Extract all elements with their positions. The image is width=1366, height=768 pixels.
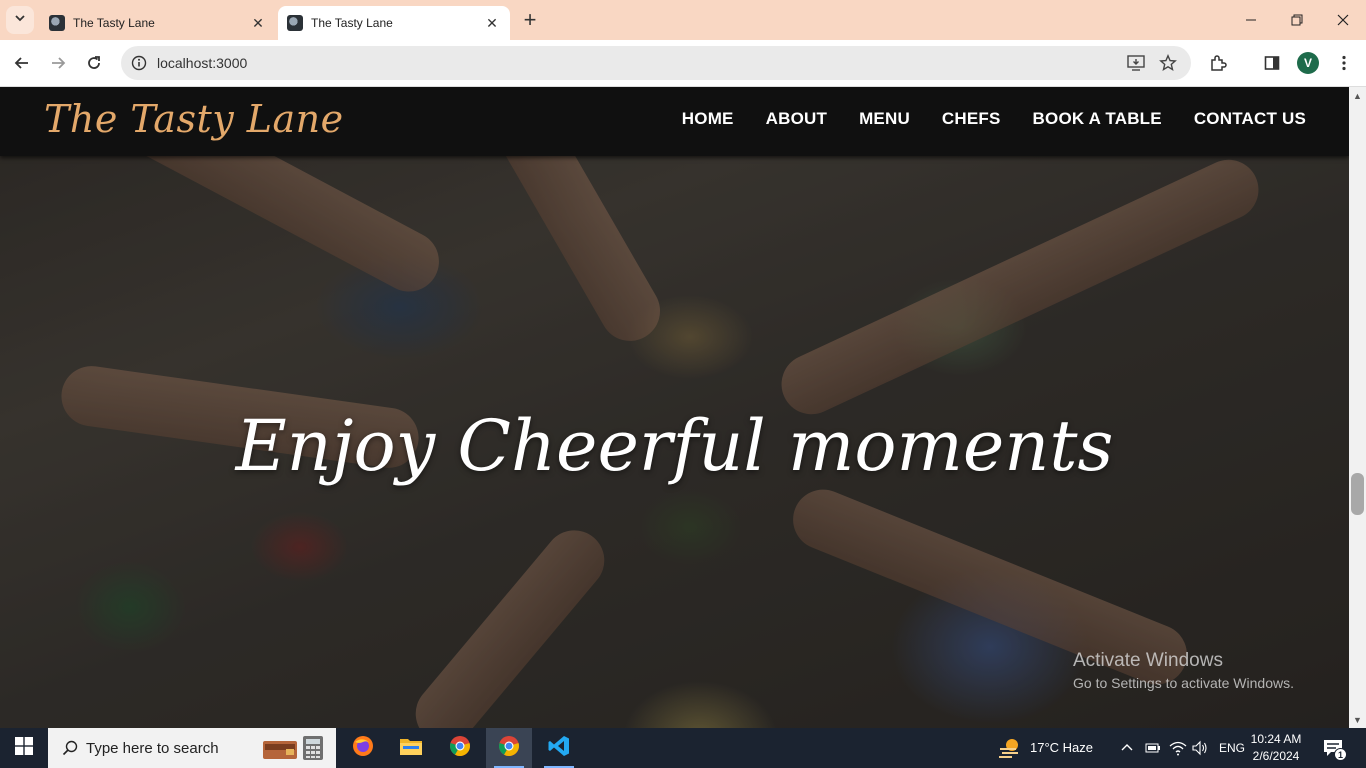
reload-button[interactable] bbox=[79, 48, 109, 78]
site-favicon-icon bbox=[49, 15, 65, 31]
browser-tab-strip: The Tasty Lane ✕ The Tasty Lane ✕ + bbox=[0, 0, 1366, 40]
install-app-icon[interactable] bbox=[1125, 53, 1147, 73]
scroll-up-arrow-icon[interactable]: ▲ bbox=[1349, 87, 1366, 104]
tab-search-button[interactable] bbox=[6, 6, 34, 34]
profile-avatar[interactable]: V bbox=[1297, 52, 1319, 74]
weather-icon[interactable] bbox=[998, 737, 1022, 764]
browser-tab-1[interactable]: The Tasty Lane ✕ bbox=[40, 6, 276, 40]
search-placeholder: Type here to search bbox=[86, 739, 219, 757]
start-button[interactable] bbox=[0, 728, 48, 768]
file-explorer-app[interactable] bbox=[388, 728, 434, 768]
bookmark-star-icon[interactable] bbox=[1157, 53, 1179, 73]
search-highlight-icon[interactable] bbox=[262, 733, 332, 763]
battery-icon[interactable] bbox=[1143, 741, 1161, 760]
weather-text[interactable]: 17°C Haze bbox=[1030, 740, 1093, 755]
chevron-up-icon[interactable] bbox=[1121, 741, 1133, 759]
minimize-button[interactable] bbox=[1228, 0, 1274, 40]
windows-taskbar: Type here to search 17°C Haze ENG 10:24 … bbox=[0, 728, 1366, 768]
tab-title: The Tasty Lane bbox=[73, 16, 155, 30]
forward-button[interactable] bbox=[43, 48, 73, 78]
site-header: The Tasty Lane HOME ABOUT MENU CHEFS BOO… bbox=[0, 87, 1349, 156]
chrome-icon bbox=[448, 734, 472, 763]
watermark-title: Activate Windows bbox=[1073, 650, 1223, 671]
taskbar-search-box[interactable]: Type here to search bbox=[48, 728, 336, 768]
page-scrollbar[interactable]: ▲ ▼ bbox=[1349, 87, 1366, 728]
scroll-down-arrow-icon[interactable]: ▼ bbox=[1349, 711, 1366, 728]
site-logo[interactable]: The Tasty Lane bbox=[44, 97, 344, 141]
search-icon bbox=[62, 740, 78, 756]
nav-home-link[interactable]: HOME bbox=[682, 109, 734, 129]
chrome-menu-icon[interactable] bbox=[1333, 52, 1355, 74]
back-button[interactable] bbox=[7, 48, 37, 78]
site-info-icon[interactable] bbox=[129, 53, 149, 73]
page-viewport: The Tasty Lane HOME ABOUT MENU CHEFS BOO… bbox=[0, 87, 1349, 728]
close-tab-icon[interactable]: ✕ bbox=[482, 13, 502, 33]
chrome-app[interactable] bbox=[437, 728, 483, 768]
close-tab-icon[interactable]: ✕ bbox=[248, 13, 268, 33]
nav-chefs-link[interactable]: CHEFS bbox=[942, 109, 1001, 129]
firefox-app[interactable] bbox=[340, 728, 386, 768]
main-nav: HOME ABOUT MENU CHEFS BOOK A TABLE CONTA… bbox=[682, 109, 1306, 129]
side-panel-icon[interactable] bbox=[1261, 52, 1283, 74]
nav-menu-link[interactable]: MENU bbox=[859, 109, 910, 129]
clock-time: 10:24 AM bbox=[1250, 732, 1302, 746]
hero-title: Enjoy Cheerful moments bbox=[235, 405, 1114, 487]
vscode-app[interactable] bbox=[536, 728, 582, 768]
chrome-app-active[interactable] bbox=[486, 728, 532, 768]
windows-logo-icon bbox=[15, 736, 33, 760]
browser-toolbar: localhost:3000 bbox=[0, 40, 1366, 87]
watermark-subtitle: Go to Settings to activate Windows. bbox=[1073, 675, 1294, 691]
new-tab-button[interactable]: + bbox=[518, 7, 542, 32]
language-indicator[interactable]: ENG bbox=[1219, 741, 1245, 755]
firefox-icon bbox=[351, 734, 375, 763]
extensions-icon[interactable] bbox=[1207, 52, 1229, 74]
folder-icon bbox=[399, 736, 423, 761]
close-window-button[interactable] bbox=[1320, 0, 1366, 40]
system-clock[interactable]: 10:24 AM 2/6/2024 bbox=[1244, 731, 1308, 765]
notification-icon: 1 bbox=[1323, 739, 1347, 761]
address-bar[interactable]: localhost:3000 bbox=[121, 46, 1191, 80]
tab-title: The Tasty Lane bbox=[311, 16, 393, 30]
wifi-icon[interactable] bbox=[1169, 740, 1187, 761]
scrollbar-thumb[interactable] bbox=[1351, 473, 1364, 515]
clock-date: 2/6/2024 bbox=[1252, 749, 1300, 763]
browser-tab-2[interactable]: The Tasty Lane ✕ bbox=[278, 6, 510, 40]
nav-contact-us-link[interactable]: CONTACT US bbox=[1194, 109, 1306, 129]
site-favicon-icon bbox=[287, 15, 303, 31]
activate-windows-watermark: Activate Windows Go to Settings to activ… bbox=[1073, 650, 1294, 691]
address-url[interactable]: localhost:3000 bbox=[157, 55, 247, 71]
nav-book-a-table-link[interactable]: BOOK A TABLE bbox=[1033, 109, 1162, 129]
nav-about-link[interactable]: ABOUT bbox=[766, 109, 827, 129]
vscode-icon bbox=[547, 734, 571, 763]
notification-count: 1 bbox=[1334, 748, 1347, 761]
chevron-down-icon bbox=[14, 11, 26, 29]
restore-button[interactable] bbox=[1274, 0, 1320, 40]
notification-center-button[interactable]: 1 bbox=[1322, 737, 1347, 761]
volume-icon[interactable] bbox=[1192, 740, 1208, 761]
chrome-icon bbox=[497, 734, 521, 763]
